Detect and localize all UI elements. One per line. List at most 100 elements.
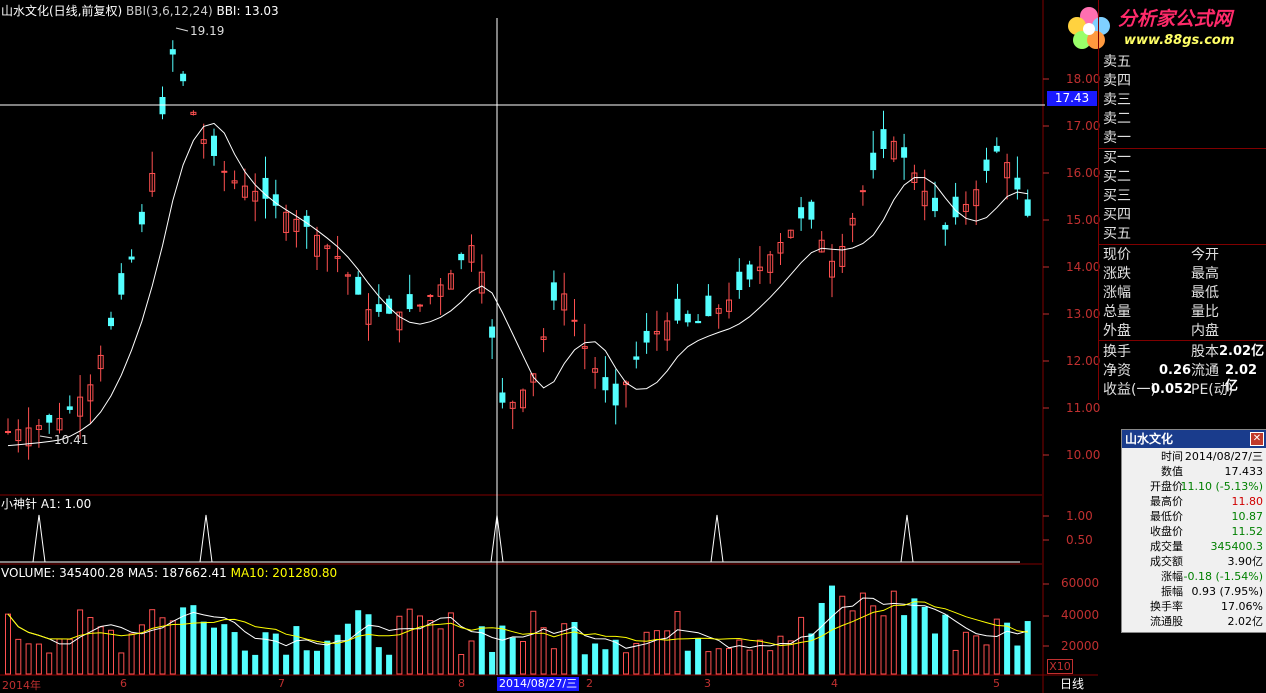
candle-body: [983, 159, 990, 171]
volume-bar: [108, 629, 114, 675]
info-popup-title[interactable]: 山水文化 ✕: [1122, 430, 1266, 448]
volume-bar: [303, 650, 310, 675]
candle-body: [5, 431, 11, 433]
volume-bar: [97, 626, 104, 675]
x-axis-label: 6: [120, 677, 127, 690]
info-row-key: 振幅: [1161, 585, 1183, 598]
candle-body: [118, 273, 125, 295]
volume-bar: [1014, 645, 1021, 675]
candle-body: [417, 304, 423, 307]
info-row-value: -0.18 (-1.54%): [1183, 570, 1263, 583]
volume-bar: [870, 605, 877, 675]
info-row: 振幅 0.93 (7.95%): [1122, 585, 1266, 599]
candle-body: [406, 294, 413, 310]
info-row-key: 成交额: [1150, 555, 1183, 568]
period-label[interactable]: 日线: [1060, 677, 1084, 691]
volume-bar: [365, 614, 372, 675]
candle-body: [458, 253, 465, 261]
volume-bar: [241, 650, 248, 675]
volume-bar: [911, 598, 918, 675]
volume-bar: [293, 626, 300, 675]
info-row-value: 11.80: [1231, 495, 1264, 508]
sell-level-label: 卖一: [1103, 130, 1131, 146]
volume-bar: [221, 624, 228, 675]
info-popup-title-text: 山水文化: [1125, 432, 1174, 446]
volume-bar: [375, 647, 382, 675]
volume-bar: [15, 638, 22, 675]
buy-level-label: 买一: [1103, 150, 1131, 166]
volume-bar: [169, 620, 176, 675]
info-row-value: 2.02亿: [1227, 615, 1264, 628]
info-row: 开盘价 11.10 (-5.13%): [1122, 480, 1266, 494]
candle-body: [870, 152, 877, 171]
candle-body: [859, 190, 866, 193]
volume-bar: [427, 619, 434, 675]
volume-bar: [231, 632, 238, 675]
candle-body: [46, 414, 53, 423]
price-tick: 18.00: [1066, 72, 1101, 86]
volume-bar: [128, 633, 135, 675]
bbi-value: BBI: 13.03: [216, 4, 279, 18]
volume-value: VOLUME: 345400.28: [1, 566, 124, 580]
volume-scale-box[interactable]: X10: [1047, 659, 1073, 674]
volume-bar: [932, 633, 938, 675]
volume-bar: [355, 610, 362, 675]
quote-stat-label: 总量: [1103, 304, 1131, 320]
candle-body: [180, 73, 187, 82]
shouyi-label: 收益(一): [1103, 382, 1156, 398]
volume-bar: [612, 639, 619, 675]
info-row: 数值 17.433: [1122, 465, 1266, 479]
volume-bar: [5, 613, 11, 675]
info-row: 成交额 3.90亿: [1122, 555, 1266, 569]
volume-bar: [571, 622, 578, 675]
info-row-value: 2014/08/27/三: [1184, 450, 1263, 463]
candle-body: [571, 319, 578, 322]
info-row-value: 11.10 (-5.13%): [1180, 480, 1263, 493]
high-marker-line: [175, 27, 189, 32]
sell-level-label: 卖二: [1103, 111, 1131, 127]
volume-bar: [87, 617, 94, 675]
volume-panel-label: VOLUME: 345400.28 MA5: 187662.41 MA10: 2…: [1, 566, 337, 580]
quote-stat-label: 内盘: [1191, 323, 1219, 339]
x-axis-label: 4: [831, 677, 838, 690]
volume-bar: [149, 609, 156, 675]
volume-tick: 60000: [1061, 576, 1100, 590]
volume-bar: [746, 649, 753, 675]
volume-bar: [777, 635, 784, 675]
chart-header: 山水文化(日线,前复权) BBI(3,6,12,24) BBI: 13.03: [1, 4, 279, 18]
volume-bar: [695, 638, 702, 675]
volume-bar: [437, 628, 444, 675]
volume-bar: [520, 641, 526, 675]
volume-bar: [252, 654, 259, 675]
info-row-key: 流通股: [1150, 615, 1183, 628]
candle-body: [736, 271, 743, 291]
quote-stat-label: 今开: [1191, 247, 1219, 263]
price-tick: 10.00: [1066, 448, 1101, 462]
info-row: 流通股 2.02亿: [1122, 615, 1266, 629]
volume-bar: [489, 651, 496, 675]
candle-body: [66, 406, 73, 410]
volume-bar: [1024, 621, 1031, 675]
volume-bar: [592, 643, 599, 675]
info-row-value: 10.87: [1231, 510, 1264, 523]
cursor-price-label: 17.43: [1047, 91, 1097, 106]
candle-body: [427, 294, 434, 297]
candle-body: [746, 264, 753, 280]
buy-level-label: 买三: [1103, 188, 1131, 204]
candle-body: [612, 383, 619, 406]
buy-level-label: 买四: [1103, 207, 1131, 223]
volume-bar: [767, 650, 774, 675]
ma5-value: MA5: 187662.41: [127, 566, 227, 580]
volume-bar: [447, 612, 454, 675]
close-icon[interactable]: ✕: [1250, 432, 1264, 446]
volume-bar: [993, 618, 1000, 675]
volume-bar: [952, 649, 959, 675]
info-row-value: 3.90亿: [1227, 555, 1264, 568]
pe-label: PE(动): [1191, 382, 1234, 398]
x-axis-label: 8: [458, 677, 465, 690]
quote-stat-label: 外盘: [1103, 323, 1131, 339]
info-popup[interactable]: 山水文化 ✕ 时间 2014/08/27/三 数值 17.433 开盘价 11.10 (-…: [1121, 429, 1266, 633]
volume-bar: [417, 615, 423, 675]
candle-body: [674, 298, 681, 321]
volume-bar: [499, 625, 506, 675]
